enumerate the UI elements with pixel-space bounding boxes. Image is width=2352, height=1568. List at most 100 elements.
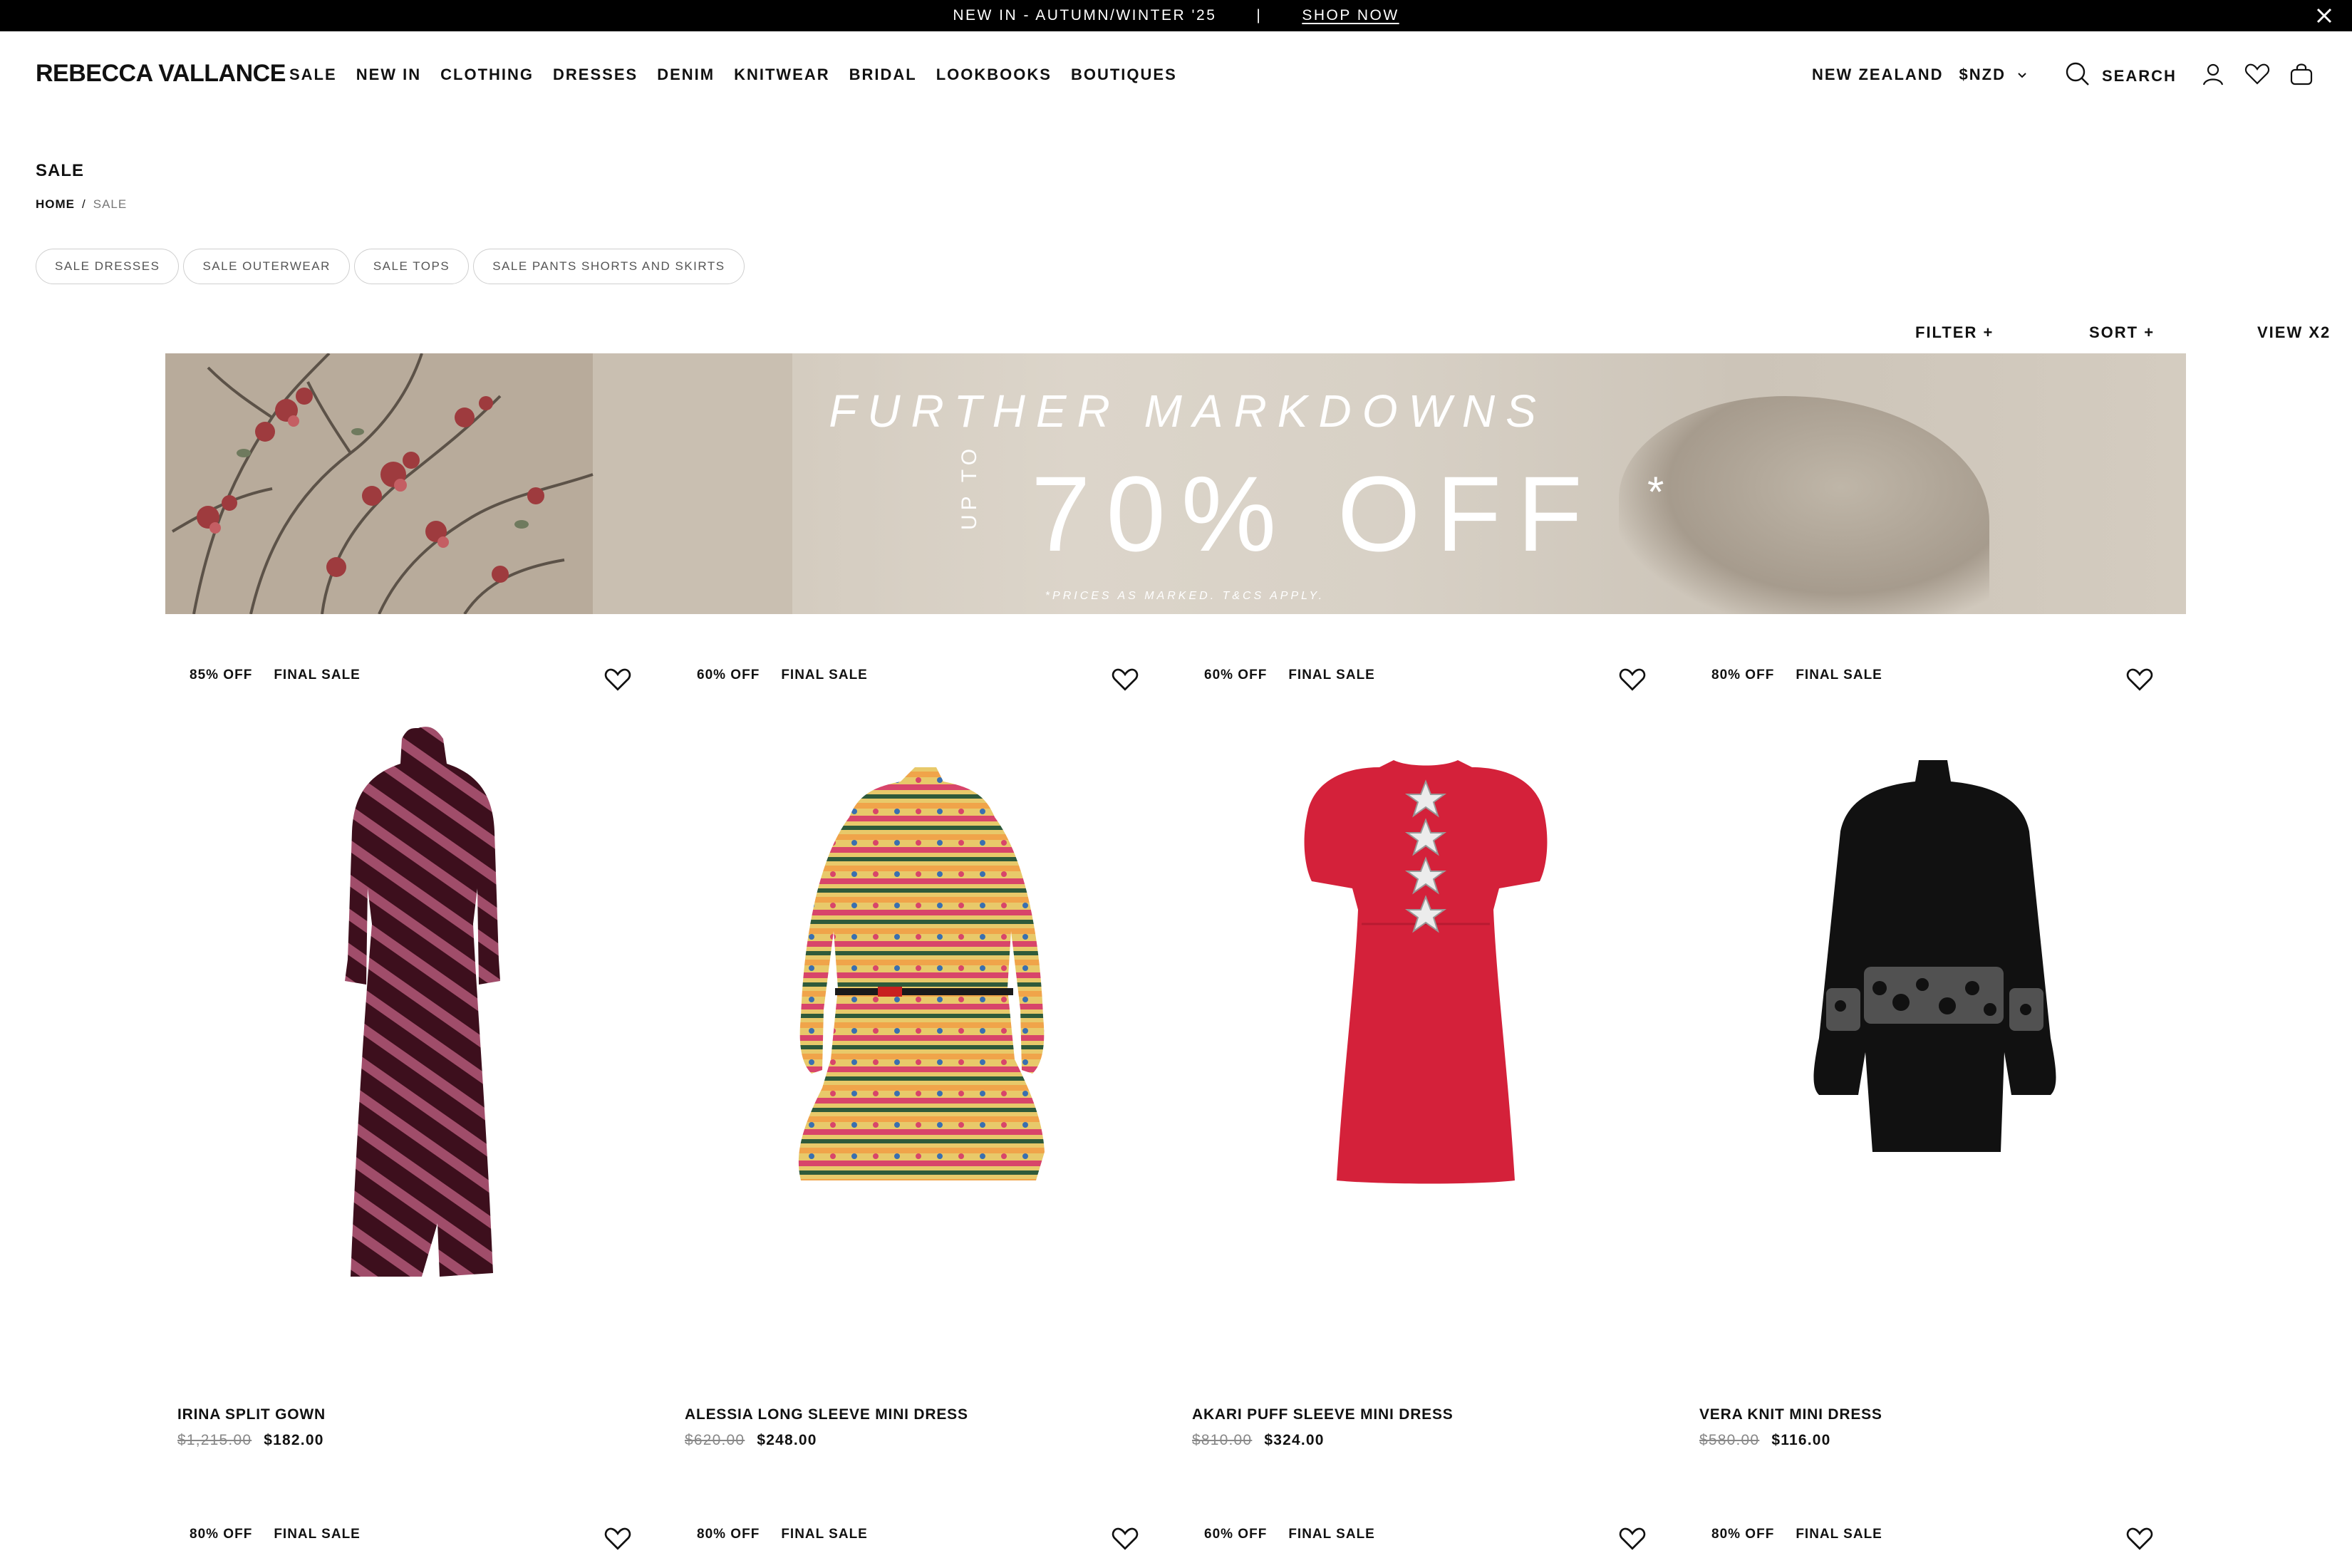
breadcrumb-separator: / bbox=[82, 197, 86, 211]
nav-clothing[interactable]: CLOTHING bbox=[440, 66, 534, 84]
chevron-down-icon bbox=[2017, 68, 2027, 83]
nav-denim[interactable]: DENIM bbox=[657, 66, 715, 84]
nav-new-in[interactable]: NEW IN bbox=[356, 66, 421, 84]
product-badges: 80% OFF FINAL SALE bbox=[697, 1527, 868, 1542]
sale-price: $324.00 bbox=[1264, 1432, 1325, 1448]
promo-banner[interactable]: FURTHER MARKDOWNS UP TO 70% OFF * *PRICE… bbox=[165, 353, 2186, 614]
pill-sale-tops[interactable]: SALE TOPS bbox=[353, 249, 470, 284]
filter-button[interactable]: FILTER + bbox=[1915, 323, 1994, 342]
final-sale-badge: FINAL SALE bbox=[274, 668, 361, 682]
search-label: SEARCH bbox=[2102, 67, 2177, 85]
product-card-row2-4[interactable]: 80% OFF FINAL SALE bbox=[1687, 1527, 2179, 1568]
pill-sale-outerwear[interactable]: SALE OUTERWEAR bbox=[183, 249, 350, 284]
product-badges: 80% OFF FINAL SALE bbox=[1711, 1527, 1882, 1542]
pill-sale-pants-shorts-skirts[interactable]: SALE PANTS SHORTS AND SKIRTS bbox=[473, 249, 745, 284]
final-sale-badge: FINAL SALE bbox=[781, 668, 868, 682]
wishlist-heart-icon[interactable] bbox=[1619, 1527, 1647, 1554]
product-image[interactable] bbox=[165, 710, 657, 1280]
product-price: $1,215.00 $182.00 bbox=[177, 1432, 324, 1449]
wishlist-heart-icon[interactable] bbox=[2126, 668, 2155, 695]
announcement-separator: | bbox=[1256, 7, 1263, 24]
account-icon[interactable] bbox=[2200, 61, 2226, 87]
product-price: $580.00 $116.00 bbox=[1699, 1432, 1831, 1449]
bag-icon[interactable] bbox=[2289, 61, 2314, 87]
discount-badge: 80% OFF bbox=[1711, 1527, 1775, 1542]
product-image[interactable] bbox=[673, 753, 1164, 1237]
nav-dresses[interactable]: DRESSES bbox=[553, 66, 638, 84]
banner-offer: 70% OFF bbox=[1031, 454, 1598, 573]
banner-note: *PRICES AS MARKED. T&CS APPLY. bbox=[1045, 590, 1325, 602]
final-sale-badge: FINAL SALE bbox=[1288, 1527, 1375, 1542]
final-sale-badge: FINAL SALE bbox=[1796, 1527, 1882, 1542]
product-name[interactable]: IRINA SPLIT GOWN bbox=[177, 1406, 326, 1423]
category-pills: SALE DRESSES SALE OUTERWEAR SALE TOPS SA… bbox=[36, 249, 745, 284]
product-image[interactable] bbox=[1180, 753, 1672, 1237]
site-header: REBECCA VALLANCE SALE NEW IN CLOTHING DR… bbox=[0, 31, 2352, 118]
product-card-vera[interactable]: 80% OFF FINAL SALE VERA KNIT MINI DRESS … bbox=[1687, 668, 2179, 1451]
breadcrumb-current: SALE bbox=[93, 197, 128, 211]
original-price: $620.00 bbox=[685, 1432, 745, 1448]
discount-badge: 60% OFF bbox=[1204, 1527, 1268, 1542]
wishlist-heart-icon[interactable] bbox=[604, 1527, 633, 1554]
discount-badge: 80% OFF bbox=[697, 1527, 760, 1542]
product-badges: 60% OFF FINAL SALE bbox=[697, 668, 868, 683]
product-name[interactable]: ALESSIA LONG SLEEVE MINI DRESS bbox=[685, 1406, 968, 1423]
discount-badge: 85% OFF bbox=[190, 668, 253, 682]
product-name[interactable]: AKARI PUFF SLEEVE MINI DRESS bbox=[1192, 1406, 1454, 1423]
search-button[interactable]: SEARCH bbox=[2065, 61, 2177, 91]
region-selector[interactable]: NEW ZEALAND $NZD bbox=[1812, 66, 2027, 84]
pill-sale-dresses[interactable]: SALE DRESSES bbox=[36, 249, 180, 284]
page-title: SALE bbox=[36, 161, 85, 180]
region-label: NEW ZEALAND bbox=[1812, 66, 1944, 83]
breadcrumb-home[interactable]: HOME bbox=[36, 197, 75, 212]
nav-knitwear[interactable]: KNITWEAR bbox=[734, 66, 830, 84]
wishlist-heart-icon[interactable] bbox=[2126, 1527, 2155, 1554]
wishlist-heart-icon[interactable] bbox=[604, 668, 633, 695]
nav-bridal[interactable]: BRIDAL bbox=[849, 66, 917, 84]
product-card-row2-3[interactable]: 60% OFF FINAL SALE bbox=[1180, 1527, 1672, 1568]
sale-price: $182.00 bbox=[264, 1432, 324, 1448]
product-badges: 60% OFF FINAL SALE bbox=[1204, 668, 1375, 683]
discount-badge: 80% OFF bbox=[1711, 668, 1775, 682]
breadcrumb: HOME / SALE bbox=[36, 197, 127, 212]
header-icons bbox=[2200, 61, 2314, 87]
wishlist-heart-icon[interactable] bbox=[1619, 668, 1647, 695]
final-sale-badge: FINAL SALE bbox=[781, 1527, 868, 1542]
view-toggle[interactable]: VIEW X2 bbox=[2257, 323, 2331, 342]
product-card-irina[interactable]: 85% OFF FINAL SALE IRINA SPLIT GOWN $1,2… bbox=[165, 668, 657, 1451]
original-price: $810.00 bbox=[1192, 1432, 1253, 1448]
product-card-akari[interactable]: 60% OFF FINAL SALE AKARI PUFF SLEEVE MIN… bbox=[1180, 668, 1672, 1451]
announcement-bar: NEW IN - AUTUMN/WINTER '25 | SHOP NOW bbox=[0, 0, 2352, 31]
product-badges: 80% OFF FINAL SALE bbox=[190, 1527, 361, 1542]
announcement-text: NEW IN - AUTUMN/WINTER '25 bbox=[953, 7, 1217, 24]
final-sale-badge: FINAL SALE bbox=[1288, 668, 1375, 682]
banner-headline: FURTHER MARKDOWNS bbox=[829, 385, 1547, 437]
original-price: $1,215.00 bbox=[177, 1432, 252, 1448]
product-name[interactable]: VERA KNIT MINI DRESS bbox=[1699, 1406, 1882, 1423]
banner-asterisk: * bbox=[1647, 468, 1664, 516]
brand-logo[interactable]: REBECCA VALLANCE bbox=[36, 60, 286, 88]
product-card-row2-2[interactable]: 80% OFF FINAL SALE bbox=[673, 1527, 1164, 1568]
product-card-row2-1[interactable]: 80% OFF FINAL SALE bbox=[165, 1527, 657, 1568]
nav-boutiques[interactable]: BOUTIQUES bbox=[1071, 66, 1177, 84]
nav-sale[interactable]: SALE bbox=[289, 66, 337, 84]
final-sale-badge: FINAL SALE bbox=[1796, 668, 1882, 682]
discount-badge: 80% OFF bbox=[190, 1527, 253, 1542]
wishlist-heart-icon[interactable] bbox=[1112, 668, 1140, 695]
nav-lookbooks[interactable]: LOOKBOOKS bbox=[936, 66, 1052, 84]
product-badges: 85% OFF FINAL SALE bbox=[190, 668, 361, 683]
sort-button[interactable]: SORT + bbox=[2089, 323, 2155, 342]
search-icon bbox=[2065, 61, 2091, 91]
wishlist-icon[interactable] bbox=[2244, 61, 2270, 87]
close-icon[interactable] bbox=[2316, 3, 2332, 28]
product-price: $620.00 $248.00 bbox=[685, 1432, 817, 1449]
wishlist-heart-icon[interactable] bbox=[1112, 1527, 1140, 1554]
product-image[interactable] bbox=[1687, 753, 2179, 1237]
product-price: $810.00 $324.00 bbox=[1192, 1432, 1325, 1449]
product-card-alessia[interactable]: 60% OFF FINAL SALE ALESSIA LONG SLEEVE M… bbox=[673, 668, 1164, 1451]
shop-now-link[interactable]: SHOP NOW bbox=[1302, 7, 1399, 24]
discount-badge: 60% OFF bbox=[1204, 668, 1268, 682]
product-badges: 60% OFF FINAL SALE bbox=[1204, 1527, 1375, 1542]
banner-up-to: UP TO bbox=[958, 444, 981, 530]
final-sale-badge: FINAL SALE bbox=[274, 1527, 361, 1542]
